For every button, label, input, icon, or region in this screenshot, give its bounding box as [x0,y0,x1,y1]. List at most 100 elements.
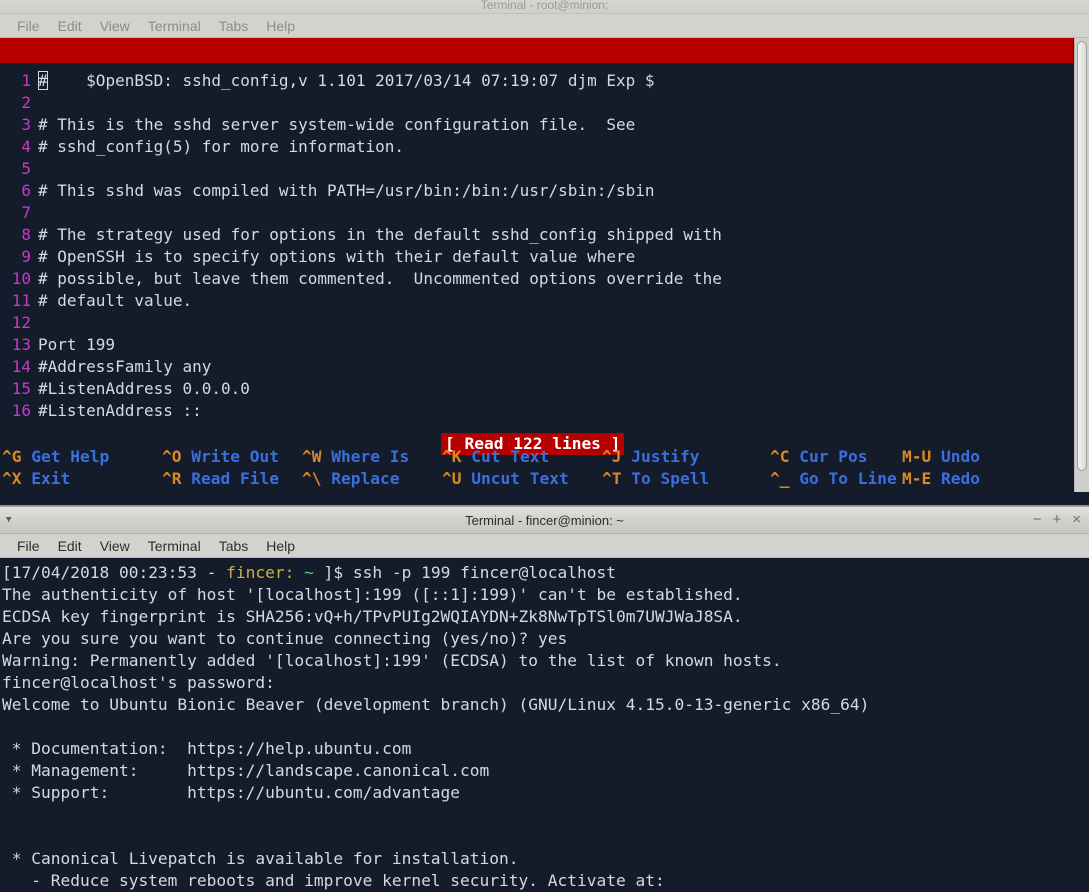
nano-shortcut-label: Cur Pos [789,447,868,466]
nano-line-number: 8 [21,225,31,244]
nano-shortcut-label: Undo [931,447,980,466]
close-icon[interactable]: × [1072,512,1081,527]
prompt-bracket-open: [ [2,563,12,582]
nano-shortcut-key: ^W [302,447,322,466]
nano-shortcut-row-2: ^X Exit ^R Read File ^\ Replace ^U Uncut Te… [2,468,1073,490]
nano-editor-line[interactable]: 4 # sshd_config(5) for more information. [0,137,1073,159]
ssh-terminal-canvas[interactable]: [17/04/2018 00:23:53 - fincer: ~ ]$ ssh … [0,558,1089,891]
window-controls: − + × [1033,512,1081,527]
nano-shortcut[interactable]: ^R Read File [162,468,279,490]
nano-editor-line[interactable]: 16 #ListenAddress :: [0,401,1073,423]
nano-shortcut[interactable]: M-E Redo [902,468,980,490]
nano-editor-line[interactable]: 12 [0,313,1073,335]
terminal-command-input: ssh -p 199 fincer@localhost [352,563,617,582]
nano-shortcut-label: Exit [21,469,71,488]
nano-editor-line[interactable]: 13 Port 199 [0,335,1073,357]
nano-shortcut-row-1: ^G Get Help ^O Write Out ^W Where Is ^K Cut… [2,446,1073,468]
nano-shortcut[interactable]: ^G Get Help [2,446,109,468]
nano-shortcut[interactable]: ^U Uncut Text [442,468,569,490]
nano-shortcut[interactable]: ^_ Go To Line [770,468,897,490]
menu-help[interactable]: Help [257,536,304,556]
nano-shortcut[interactable]: ^C Cur Pos [770,446,867,468]
nano-shortcut-key: ^T [602,469,622,488]
window-menu-chevron-down-icon[interactable]: ▼ [0,515,11,525]
nano-editor-line[interactable]: 1 # $OpenBSD: sshd_config,v 1.101 2017/03… [0,71,1073,93]
nano-editor-body[interactable]: 1 # $OpenBSD: sshd_config,v 1.101 2017/03… [0,63,1073,433]
terminal-window-title: Terminal - fincer@minion: ~ [465,512,624,528]
nano-line-text: # default value. [38,291,193,310]
nano-editor-line[interactable]: 5 [0,159,1073,181]
menu-view[interactable]: View [91,536,139,556]
nano-line-number: 4 [21,137,31,156]
menu-help[interactable]: Help [257,16,304,36]
nano-shortcut[interactable]: ^K Cut Text [442,446,549,468]
menu-tabs[interactable]: Tabs [210,16,258,36]
nano-editor-line[interactable]: 9 # OpenSSH is to specify options with th… [0,247,1073,269]
nano-line-number: 15 [11,379,31,398]
nano-line-text: #ListenAddress 0.0.0.0 [38,379,250,398]
nano-editor-line[interactable]: 2 [0,93,1073,115]
nano-line-text: # This is the sshd server system-wide co… [38,115,636,134]
prompt-working-directory: ~ [304,563,314,582]
menu-terminal[interactable]: Terminal [139,16,210,36]
terminal-prompt-line[interactable]: [17/04/2018 00:23:53 - fincer: ~ ]$ ssh … [2,562,1089,584]
menu-edit[interactable]: Edit [49,16,91,36]
nano-shortcut-key: ^U [442,469,462,488]
nano-terminal-canvas[interactable]: GNU nano 2.9.3 /etc/ssh/sshd_config 1 # $… [0,38,1089,492]
nano-shortcut[interactable]: ^X Exit [2,468,70,490]
menu-terminal[interactable]: Terminal [139,536,210,556]
nano-shortcut-key: ^_ [770,469,790,488]
nano-line-number: 10 [11,269,31,288]
nano-window-menubar: File Edit View Terminal Tabs Help [0,14,1089,38]
scrollbar-thumb[interactable] [1077,41,1087,471]
nano-window-title: Terminal - root@minion: [480,0,609,12]
menu-tabs[interactable]: Tabs [210,536,258,556]
minimize-icon[interactable]: − [1033,512,1042,527]
terminal-window-titlebar[interactable]: ▼ Terminal - fincer@minion: ~ − + × [0,506,1089,534]
nano-editor-line[interactable]: 11 # default value. [0,291,1073,313]
nano-terminal-window: Terminal - root@minion: File Edit View T… [0,0,1089,505]
nano-editor-line[interactable]: 7 [0,203,1073,225]
terminal-output-line: * Documentation: https://help.ubuntu.com [2,739,412,758]
nano-shortcut[interactable]: ^W Where Is [302,446,409,468]
prompt-username: fincer: [226,563,295,582]
nano-editor-line[interactable]: 3 # This is the sshd server system-wide c… [0,115,1073,137]
nano-shortcut-key: ^G [2,447,22,466]
nano-shortcut-key: ^X [2,469,22,488]
nano-window-titlebar[interactable]: Terminal - root@minion: [0,0,1089,14]
nano-editor-line[interactable]: 14 #AddressFamily any [0,357,1073,379]
nano-shortcut[interactable]: ^J Justify [602,446,699,468]
nano-shortcut-key: M-E [902,469,932,488]
nano-line-number: 9 [21,247,31,266]
terminal-output-line: Warning: Permanently added '[localhost]:… [2,651,782,670]
nano-editor-line[interactable]: 8 # The strategy used for options in the … [0,225,1073,247]
terminal-output-line: fincer@localhost's password: [2,673,275,692]
nano-editor-line[interactable]: 6 # This sshd was compiled with PATH=/usr… [0,181,1073,203]
nano-editor-line[interactable]: 10 # possible, but leave them commented. … [0,269,1073,291]
terminal-output-line: * Management: https://landscape.canonica… [2,761,490,780]
nano-shortcut[interactable]: ^T To Spell [602,468,709,490]
nano-line-number: 1 [21,71,31,90]
nano-shortcut-key: ^J [602,447,622,466]
menu-file[interactable]: File [8,536,49,556]
nano-shortcut-label: Where Is [321,447,410,466]
menu-view[interactable]: View [91,16,139,36]
nano-shortcut[interactable]: ^\ Replace [302,468,399,490]
nano-shortcut[interactable]: M-U Undo [902,446,980,468]
nano-vertical-scrollbar[interactable] [1074,38,1089,492]
menu-file[interactable]: File [8,16,49,36]
menu-edit[interactable]: Edit [49,536,91,556]
nano-line-number: 7 [21,203,31,222]
nano-shortcut-label: Read File [181,469,279,488]
maximize-icon[interactable]: + [1052,512,1061,527]
nano-line-text: #AddressFamily any [38,357,212,376]
nano-line-number: 5 [21,159,31,178]
nano-line-number: 11 [11,291,31,310]
nano-shortcut-key: ^K [442,447,462,466]
nano-editor-line[interactable]: 15 #ListenAddress 0.0.0.0 [0,379,1073,401]
nano-shortcut-label: Uncut Text [461,469,569,488]
nano-shortcut-key: M-U [902,447,932,466]
nano-shortcut[interactable]: ^O Write Out [162,446,279,468]
